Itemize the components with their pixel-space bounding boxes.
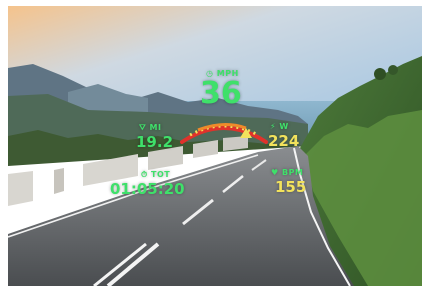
heads-up-display: ◷ MPH 36 ⛛ MI 19.2 ⚡ W 224 ♥ BPM 155 ⏱ T… bbox=[8, 6, 422, 286]
gauge-arc-track bbox=[180, 126, 268, 144]
power-value: 224 bbox=[268, 132, 300, 150]
total-time-unit-label: TOT bbox=[151, 170, 171, 179]
heart-rate-unit-row: ♥ BPM bbox=[271, 168, 303, 177]
heart-rate-unit-label: BPM bbox=[281, 168, 304, 177]
clock-icon: ⏱ bbox=[141, 170, 148, 179]
bolt-icon: ⚡ bbox=[270, 122, 277, 131]
power-unit-label: W bbox=[279, 122, 289, 131]
heart-icon: ♥ bbox=[271, 168, 279, 177]
distance-unit-label: MI bbox=[149, 123, 162, 132]
distance-unit-row: ⛛ MI bbox=[139, 123, 161, 133]
road-icon: ⛛ bbox=[139, 123, 147, 132]
speed-value: 36 bbox=[200, 76, 242, 111]
total-time-value: 01:05:20 bbox=[110, 180, 185, 198]
power-unit-row: ⚡ W bbox=[270, 122, 289, 131]
total-time-unit-row: ⏱ TOT bbox=[141, 170, 170, 180]
power-gauge-arc bbox=[180, 123, 268, 144]
hud-viewport: ◷ MPH 36 ⛛ MI 19.2 ⚡ W 224 ♥ BPM 155 ⏱ T… bbox=[8, 6, 422, 286]
distance-value: 19.2 bbox=[136, 133, 174, 151]
heart-rate-value: 155 bbox=[275, 178, 307, 196]
